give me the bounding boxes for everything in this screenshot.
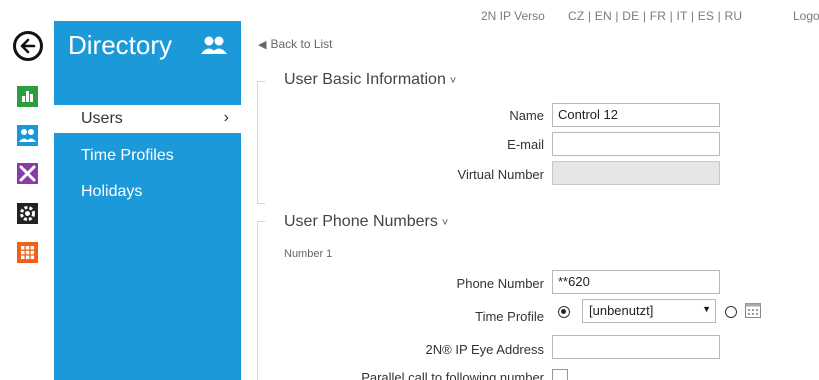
chevron-down-icon: ˅ — [441, 217, 449, 229]
number-heading: Number 1 — [284, 248, 333, 260]
time-profile-value: [unbenutzt] — [589, 303, 654, 318]
sidebar: Directory Users › Time Profiles Holidays — [54, 21, 241, 380]
users-group-icon — [200, 34, 228, 61]
section-divider-tick — [257, 81, 265, 82]
sidebar-item-users[interactable]: Users › — [54, 105, 241, 133]
icon-rail — [0, 0, 54, 380]
chevron-down-icon: ˅ — [449, 75, 457, 87]
section-title-phones[interactable]: User Phone Numbers ˅ — [284, 213, 448, 231]
sidebar-item-label: Users — [81, 110, 123, 127]
phone-number-field[interactable]: **620 — [552, 270, 720, 294]
parallel-call-checkbox[interactable] — [552, 369, 568, 380]
main-content: ◀ Back to List User Basic Information ˅ Na… — [241, 21, 819, 380]
time-profile-select-radio[interactable] — [558, 306, 570, 318]
system-icon[interactable] — [17, 242, 38, 263]
section-divider-tick — [257, 221, 265, 222]
ip-eye-address-label: 2N® IP Eye Address — [425, 342, 544, 357]
section-title-basic[interactable]: User Basic Information ˅ — [284, 71, 456, 89]
phone-number-label: Phone Number — [456, 276, 544, 291]
back-to-list-label: Back to List — [270, 37, 333, 51]
services-icon[interactable] — [17, 203, 38, 224]
section-divider-tick — [257, 203, 265, 204]
sidebar-item-label: Holidays — [81, 183, 143, 200]
sidebar-item-label: Time Profiles — [81, 147, 174, 164]
back-to-list-link[interactable]: ◀ Back to List — [258, 37, 333, 51]
time-profile-custom-radio[interactable] — [725, 306, 737, 318]
virtual-number-label: Virtual Number — [457, 167, 544, 182]
directory-icon[interactable] — [17, 125, 38, 146]
virtual-number-field — [552, 161, 720, 185]
back-arrow-icon: ◀ — [258, 39, 267, 51]
email-field[interactable] — [552, 132, 720, 156]
app-window: 2N IP Verso CZ | EN | DE | FR | IT | ES … — [0, 0, 819, 380]
section-divider — [257, 221, 258, 380]
name-field[interactable]: Control 12 — [552, 103, 720, 127]
time-profile-select[interactable]: [unbenutzt] ▼ — [582, 299, 716, 323]
ip-eye-address-field[interactable] — [552, 335, 720, 359]
name-label: Name — [509, 108, 544, 123]
section-divider — [257, 81, 258, 203]
email-label: E-mail — [507, 137, 544, 152]
time-profile-label: Time Profile — [475, 309, 544, 324]
section-title-label: User Basic Information — [284, 71, 446, 88]
back-icon[interactable] — [13, 31, 43, 61]
sidebar-item-holidays[interactable]: Holidays — [54, 178, 241, 206]
sidebar-item-time-profiles[interactable]: Time Profiles — [54, 142, 241, 170]
status-icon[interactable] — [17, 86, 38, 107]
hardware-icon[interactable] — [17, 163, 38, 184]
calendar-icon[interactable] — [744, 301, 762, 319]
section-title-label: User Phone Numbers — [284, 213, 438, 230]
chevron-right-icon: › — [223, 109, 229, 126]
dropdown-arrow-icon: ▼ — [702, 304, 711, 314]
sidebar-title: Directory — [68, 30, 173, 60]
parallel-call-label: Parallel call to following number — [361, 370, 544, 380]
